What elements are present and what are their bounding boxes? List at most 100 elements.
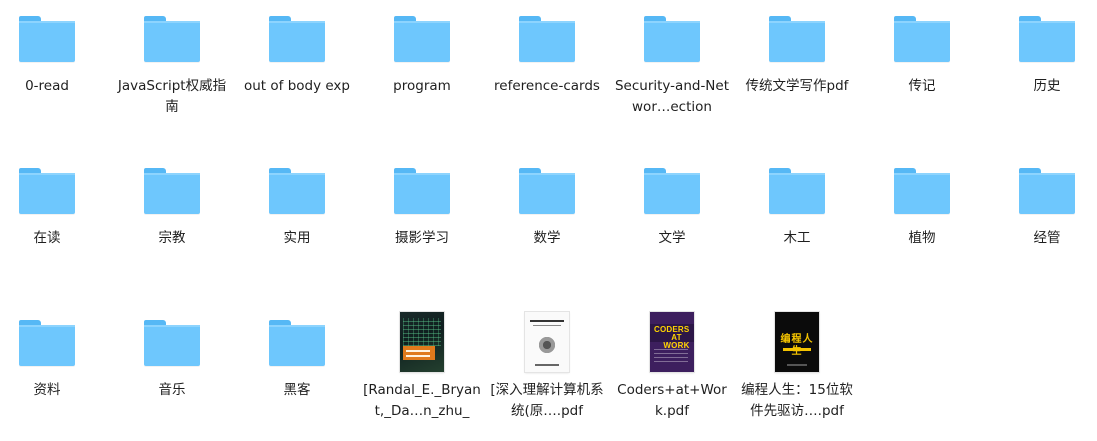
file-thumb: CODERS AT WORK [611,312,733,372]
folder-icon [19,168,75,214]
folder-icon [394,16,450,62]
folder-item[interactable]: Security-and-Networ…ection [611,8,733,148]
file-thumb: 编程人生 [736,312,858,372]
folder-item[interactable]: program [361,8,483,148]
book-cover-icon [525,312,569,372]
item-label: 编程人生：15位软件先驱访….pdf [741,382,853,419]
folder-thumb [0,160,108,220]
folder-thumb [361,8,483,68]
folder-thumb [111,312,233,372]
item-label: [深入理解计算机系统(原….pdf [490,382,604,419]
folder-icon [769,16,825,62]
item-label: 在读 [33,230,61,246]
folder-icon [894,168,950,214]
folder-thumb [986,8,1097,68]
folder-thumb [111,8,233,68]
folder-thumb [736,8,858,68]
folder-icon [644,16,700,62]
file-item[interactable]: CODERS AT WORK Coders+at+Work.pdf [611,312,733,441]
folder-icon [894,16,950,62]
item-label: 经管 [1033,230,1061,246]
folder-item[interactable]: 历史 [986,8,1097,148]
book-cover-icon: 编程人生 [775,312,819,372]
folder-thumb [611,8,733,68]
folder-icon [519,168,575,214]
folder-thumb [861,8,983,68]
item-label: 音乐 [158,382,186,398]
folder-item[interactable]: out of body exp [236,8,358,148]
item-label: 历史 [1033,78,1061,94]
folder-item[interactable]: 经管 [986,160,1097,300]
file-item[interactable]: [深入理解计算机系统(原….pdf [486,312,608,441]
item-label: 木工 [783,230,811,246]
item-label: 0-read [25,78,69,94]
folder-icon [644,168,700,214]
folder-icon [269,16,325,62]
folder-thumb [611,160,733,220]
folder-thumb [111,160,233,220]
item-label: 数学 [533,230,561,246]
item-label: program [393,78,451,94]
item-label: 实用 [283,230,311,246]
folder-item[interactable]: 实用 [236,160,358,300]
folder-icon [1019,16,1075,62]
folder-thumb [236,8,358,68]
folder-item[interactable]: 木工 [736,160,858,300]
folder-icon [269,168,325,214]
folder-thumb [486,8,608,68]
folder-icon [19,320,75,366]
folder-item[interactable]: 摄影学习 [361,160,483,300]
folder-item[interactable]: 传记 [861,8,983,148]
folder-icon [769,168,825,214]
folder-icon [19,16,75,62]
file-grid: 0-read JavaScript权威指南 out of body exp progr… [0,0,1097,441]
item-label: [Randal_E._Bryant,_Da…n_zhu_ [363,382,481,419]
file-thumb [486,312,608,372]
folder-icon [144,16,200,62]
folder-item[interactable]: 传统文学写作pdf [736,8,858,148]
book-cover-icon [400,312,444,372]
folder-item[interactable]: 宗教 [111,160,233,300]
folder-icon [1019,168,1075,214]
folder-item[interactable]: 音乐 [111,312,233,441]
folder-icon [144,168,200,214]
folder-item[interactable]: 黑客 [236,312,358,441]
item-label: 传统文学写作pdf [745,78,849,94]
folder-thumb [0,8,108,68]
file-item[interactable]: 编程人生编程人生：15位软件先驱访….pdf [736,312,858,441]
folder-thumb [361,160,483,220]
item-label: 黑客 [283,382,311,398]
folder-item[interactable]: 在读 [0,160,108,300]
item-label: 摄影学习 [395,230,449,246]
folder-item[interactable]: 数学 [486,160,608,300]
item-label: 宗教 [158,230,186,246]
item-label: 传记 [908,78,936,94]
folder-item[interactable]: 文学 [611,160,733,300]
folder-icon [394,168,450,214]
folder-icon [519,16,575,62]
item-label: 资料 [33,382,61,398]
folder-item[interactable]: reference-cards [486,8,608,148]
file-item[interactable]: [Randal_E._Bryant,_Da…n_zhu_ [361,312,483,441]
folder-item[interactable]: 0-read [0,8,108,148]
item-label: Security-and-Networ…ection [614,78,730,115]
item-label: 植物 [908,230,936,246]
folder-icon [269,320,325,366]
file-thumb [361,312,483,372]
folder-item[interactable]: JavaScript权威指南 [111,8,233,148]
book-cover-icon: CODERS AT WORK [650,312,694,372]
item-label: Coders+at+Work.pdf [617,382,727,419]
folder-item[interactable]: 资料 [0,312,108,441]
item-label: JavaScript权威指南 [117,78,227,115]
folder-thumb [986,160,1097,220]
folder-thumb [236,160,358,220]
item-label: out of body exp [243,78,350,94]
folder-thumb [0,312,108,372]
folder-thumb [861,160,983,220]
folder-thumb [736,160,858,220]
item-label: reference-cards [494,78,600,94]
folder-item[interactable]: 植物 [861,160,983,300]
folder-icon [144,320,200,366]
folder-thumb [486,160,608,220]
item-label: 文学 [658,230,686,246]
